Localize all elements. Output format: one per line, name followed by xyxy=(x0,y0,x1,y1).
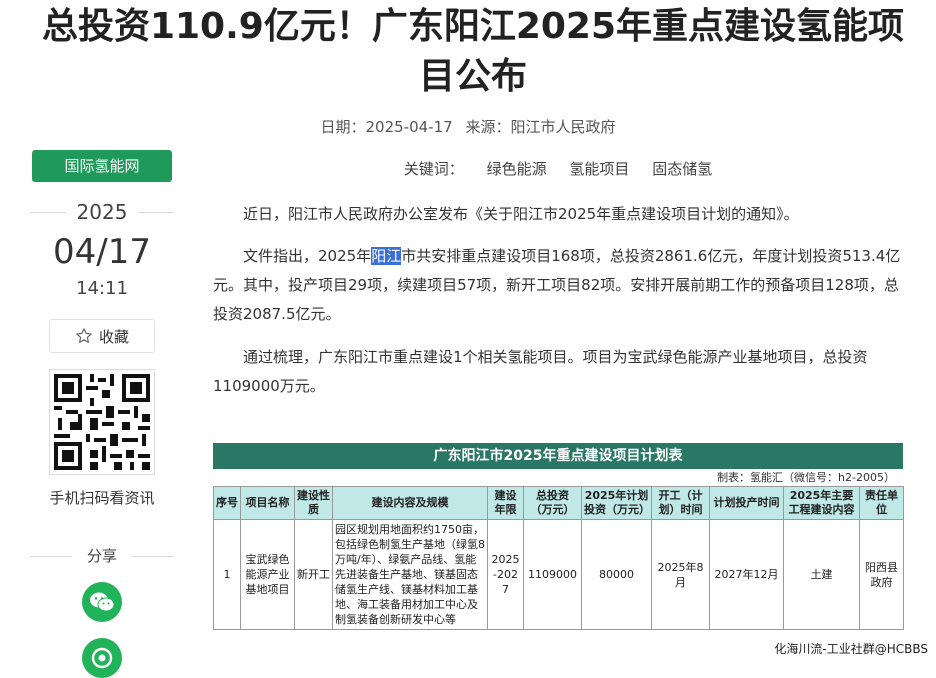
date-value: 2025-04-17 xyxy=(365,118,453,136)
publish-year: 2025 xyxy=(76,200,128,224)
table-header-cell: 序号 xyxy=(213,486,241,520)
project-table: 序号 项目名称 建设性质 建设内容及规模 建设年限 总投资（万元） 2025年计… xyxy=(213,486,904,630)
paragraph-2: 文件指出，2025年阳江市共安排重点建设项目168项，总投资2861.6亿元，年… xyxy=(213,242,903,329)
table-cell: 2027年12月 xyxy=(709,519,784,630)
table-header-cell: 总投资（万元） xyxy=(523,486,582,520)
publish-time: 14:11 xyxy=(76,278,128,299)
sidebar: 国际氢能网 2025 04/17 14:11 收藏 手机扫码看资讯 分享 xyxy=(30,150,174,678)
paragraph-1: 近日，阳江市人民政府办公室发布《关于阳江市2025年重点建设项目计划的通知》。 xyxy=(213,200,903,229)
table-header-cell: 责任单位 xyxy=(859,486,904,520)
qr-code-icon xyxy=(49,369,155,475)
table-cell: 2025-2027 xyxy=(487,519,524,630)
keywords-bar: 关键词： 绿色能源 氢能项目 固态储氢 xyxy=(213,158,903,179)
source-label: 来源： xyxy=(465,118,511,136)
site-badge[interactable]: 国际氢能网 xyxy=(32,150,172,182)
paragraph-3-text: 通过梳理，广东阳江市重点建设1个相关氢能项目。项目为宝武绿色能源产业基地项目，总… xyxy=(213,348,868,395)
star-icon xyxy=(76,328,92,343)
publish-month-day: 04/17 xyxy=(53,232,151,272)
source-value: 阳江市人民政府 xyxy=(510,118,616,136)
keyword-link[interactable]: 氢能项目 xyxy=(569,160,629,178)
table-cell: 1109000 xyxy=(523,519,582,630)
table-header-cell: 建设内容及规模 xyxy=(332,486,488,520)
share-label: 分享 xyxy=(86,547,117,565)
share-row: 分享 xyxy=(30,546,174,566)
divider xyxy=(132,556,174,557)
keyword-link[interactable]: 绿色能源 xyxy=(487,160,547,178)
article-meta: 日期：2025-04-17 来源：阳江市人民政府 xyxy=(0,116,936,137)
table-header-cell: 2025年主要工程建设内容 xyxy=(783,486,860,520)
table-header-cell: 建设性质 xyxy=(294,486,333,520)
table-cell: 1 xyxy=(213,519,241,630)
moments-icon xyxy=(91,647,113,669)
qr-caption: 手机扫码看资讯 xyxy=(49,489,155,507)
favorite-button[interactable]: 收藏 xyxy=(49,319,155,353)
table-header-cell: 项目名称 xyxy=(240,486,295,520)
article-title: 总投资110.9亿元！广东阳江2025年重点建设氢能项 目公布 xyxy=(30,2,916,102)
divider xyxy=(30,556,72,557)
title-line-1: 总投资110.9亿元！广东阳江2025年重点建设氢能项 xyxy=(41,6,905,47)
wechat-icon xyxy=(90,592,115,612)
table-header-cell: 建设年限 xyxy=(487,486,524,520)
share-moments-button[interactable] xyxy=(82,638,122,678)
share-wechat-button[interactable] xyxy=(82,582,122,622)
table-title: 广东阳江市2025年重点建设项目计划表 xyxy=(213,443,903,469)
table-cell: 新开工 xyxy=(294,519,333,630)
table-header-cell: 开工（计划）时间 xyxy=(651,486,710,520)
table-cell: 80000 xyxy=(581,519,652,630)
table-cell: 土建 xyxy=(783,519,860,630)
table-cell: 阳西县政府 xyxy=(859,519,904,630)
source-info: 来源：阳江市人民政府 xyxy=(465,118,615,136)
paragraph-2-text-a: 文件指出，2025年 xyxy=(243,247,372,265)
selected-text[interactable]: 阳江 xyxy=(371,247,402,265)
keywords-label: 关键词： xyxy=(403,160,464,178)
table-credit: 制表：氢能汇（微信号：h2-2005） xyxy=(717,471,895,484)
table-header-cell: 2025年计划投资（万元） xyxy=(581,486,652,520)
table-header-row: 序号 项目名称 建设性质 建设内容及规模 建设年限 总投资（万元） 2025年计… xyxy=(213,486,904,520)
paragraph-1-text: 近日，阳江市人民政府办公室发布《关于阳江市2025年重点建设项目计划的通知》。 xyxy=(243,205,799,223)
table-cell: 园区规划用地面积约1750亩，包括绿色制氢生产基地（绿氢8万吨/年）、绿氨产品线… xyxy=(332,519,488,630)
year-row: 2025 xyxy=(30,200,174,224)
title-line-2: 目公布 xyxy=(418,56,527,97)
favorite-label: 收藏 xyxy=(98,327,129,346)
project-table-image: 广东阳江市2025年重点建设项目计划表 制表：氢能汇（微信号：h2-2005） … xyxy=(213,443,904,630)
date-label: 日期： xyxy=(320,118,366,136)
table-header-cell: 计划投产时间 xyxy=(709,486,784,520)
divider xyxy=(138,212,174,213)
watermark: 化海川流-工业社群@HCBBS xyxy=(774,642,928,656)
date-info: 日期：2025-04-17 xyxy=(320,118,452,136)
keyword-link[interactable]: 固态储氢 xyxy=(652,160,712,178)
table-row: 1 宝武绿色能源产业基地项目 新开工 园区规划用地面积约1750亩，包括绿色制氢… xyxy=(213,519,904,630)
table-cell: 2025年8月 xyxy=(651,519,710,630)
paragraph-3: 通过梳理，广东阳江市重点建设1个相关氢能项目。项目为宝武绿色能源产业基地项目，总… xyxy=(213,343,903,401)
divider xyxy=(30,212,66,213)
table-cell: 宝武绿色能源产业基地项目 xyxy=(240,519,295,630)
